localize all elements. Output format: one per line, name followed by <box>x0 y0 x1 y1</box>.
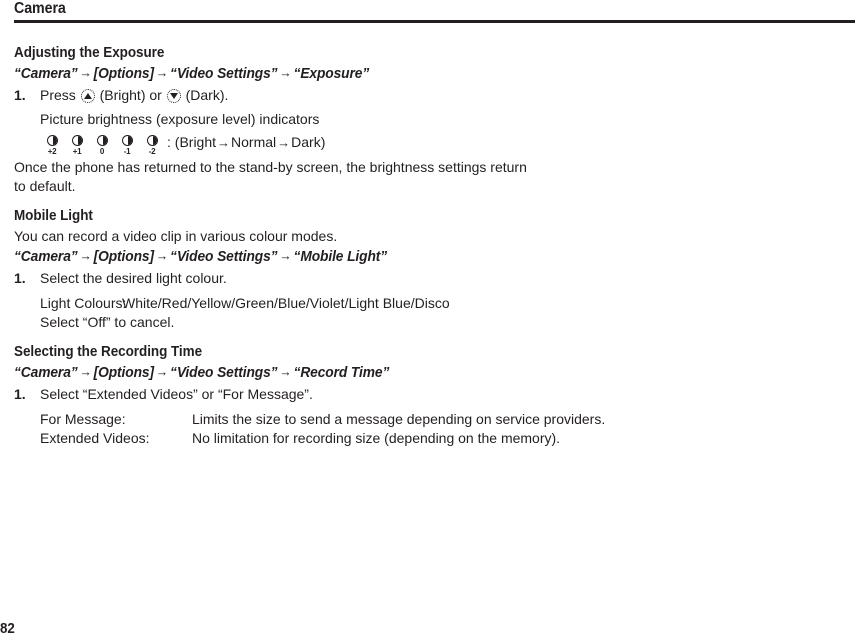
caption-fragment: : (Bright <box>167 134 217 150</box>
running-header-title: Camera <box>14 0 66 17</box>
section-lead-text: You can record a video clip in various c… <box>14 228 338 244</box>
menu-path-part: [Options] <box>93 249 154 265</box>
menu-path-part: “Video Settings” <box>170 365 278 381</box>
brightness-level-icon <box>121 135 133 146</box>
definition-term: Extended Videos: <box>40 430 150 446</box>
exposure-level-label: 0 <box>99 147 105 156</box>
exposure-level-label: +1 <box>72 147 82 156</box>
menu-path-part: “Camera” <box>14 365 78 381</box>
exposure-indicator: 0 <box>90 135 114 156</box>
section-adjusting-the-exposure: Adjusting the Exposure “Camera” → [Options… <box>14 44 842 196</box>
arrow-icon: → <box>79 364 92 379</box>
menu-path-part: “Exposure” <box>293 66 370 82</box>
brightness-level-icon <box>71 135 83 146</box>
definition-row: Extended Videos: No limitation for recor… <box>40 429 842 448</box>
menu-path-part: “Camera” <box>14 249 78 265</box>
arrow-icon: → <box>217 135 231 150</box>
menu-path-part: “Record Time” <box>293 365 390 381</box>
definition-term: Light Colours: <box>40 295 127 311</box>
menu-path-part: “Video Settings” <box>170 249 278 265</box>
exposure-level-label: +2 <box>47 147 57 156</box>
arrow-icon: → <box>279 65 292 80</box>
menu-path: “Camera” → [Options] → “Video Settings” → “Rec… <box>14 363 801 383</box>
definition-term: For Message: <box>40 411 126 427</box>
caption-fragment: Normal <box>231 134 277 150</box>
definition-row: For Message: Limits the size to send a m… <box>40 410 842 429</box>
arrow-icon: → <box>155 248 169 263</box>
navigation-key-up-icon <box>80 89 95 103</box>
exposure-level-label: -2 <box>148 147 156 156</box>
caption-fragment: Dark) <box>291 134 326 150</box>
numbered-step: 1. Press (Bright) or (Dark). <box>14 85 842 105</box>
header-rule <box>14 20 855 23</box>
step-text-fragment: (Bright) or <box>99 87 162 103</box>
exposure-indicator: +2 <box>40 135 64 156</box>
arrow-icon: → <box>277 135 291 150</box>
section-heading: Adjusting the Exposure <box>14 45 165 61</box>
page-content: Adjusting the Exposure “Camera” → [Options… <box>14 44 842 448</box>
cancel-note-row: Select “Off” to cancel. <box>40 313 842 332</box>
step-text-fragment: (Dark). <box>185 87 229 103</box>
brightness-level-icon <box>96 135 108 146</box>
page-number: 82 <box>0 621 15 637</box>
exposure-indicator-caption: Picture brightness (exposure level) indi… <box>40 111 320 127</box>
arrow-icon: → <box>79 248 92 263</box>
step-text: Select “Extended Videos” or “For Message… <box>40 386 313 402</box>
menu-path: “Camera” → [Options] → “Video Settings” → “Mob… <box>14 247 801 267</box>
menu-path-part: “Camera” <box>14 66 78 82</box>
step-text: Press (Bright) or (Dark). <box>40 87 228 103</box>
numbered-step: 1. Select “Extended Videos” or “For Mess… <box>14 384 842 404</box>
exposure-note: Once the phone has returned to the stand… <box>14 159 527 194</box>
cancel-note: Select “Off” to cancel. <box>40 314 175 330</box>
arrow-icon: → <box>279 248 292 263</box>
brightness-level-icon <box>46 135 58 146</box>
menu-path-part: “Video Settings” <box>170 66 278 82</box>
definition-description: Limits the size to send a message depend… <box>192 411 606 427</box>
section-heading: Selecting the Recording Time <box>14 344 203 360</box>
arrow-icon: → <box>79 65 92 80</box>
section-selecting-the-recording-time: Selecting the Recording Time “Camera” → [O… <box>14 343 842 448</box>
step-number: 1. <box>14 386 26 402</box>
definition-row: Light Colours: White/Red/Yellow/Green/Bl… <box>40 294 842 313</box>
exposure-level-label: -1 <box>123 147 131 156</box>
manual-page: Camera Adjusting the Exposure “Camera” →[… <box>0 0 855 643</box>
menu-path-part: “Mobile Light” <box>293 249 388 265</box>
arrow-icon: → <box>279 364 292 379</box>
exposure-indicator-row: +2 +1 0 -1 -2 : (Bright→Normal→Dark) <box>40 134 842 156</box>
step-text: Select the desired light colour. <box>40 270 227 286</box>
menu-path-part: [Options] <box>93 66 154 82</box>
section-mobile-light: Mobile Light You can record a video clip… <box>14 207 842 332</box>
exposure-indicator: -1 <box>115 135 139 156</box>
exposure-indicator: +1 <box>65 135 89 156</box>
step-text-fragment: Press <box>40 87 76 103</box>
step-number: 1. <box>14 87 26 103</box>
menu-path: “Camera” → [Options] → “Video Settings” → “Exp… <box>14 64 801 84</box>
definition-description: No limitation for recording size (depend… <box>192 430 561 446</box>
numbered-step: 1. Select the desired light colour. <box>14 268 842 288</box>
definition-description: White/Red/Yellow/Green/Blue/Violet/Light… <box>122 295 450 311</box>
exposure-indicator: -2 <box>140 135 164 156</box>
exposure-range-caption: : (Bright→Normal→Dark) <box>167 134 325 151</box>
arrow-icon: → <box>155 364 169 379</box>
brightness-level-icon <box>146 135 158 146</box>
section-heading: Mobile Light <box>14 208 93 224</box>
arrow-icon: → <box>155 65 169 80</box>
menu-path-part: [Options] <box>93 365 154 381</box>
navigation-key-down-icon <box>166 89 181 103</box>
step-number: 1. <box>14 270 26 286</box>
